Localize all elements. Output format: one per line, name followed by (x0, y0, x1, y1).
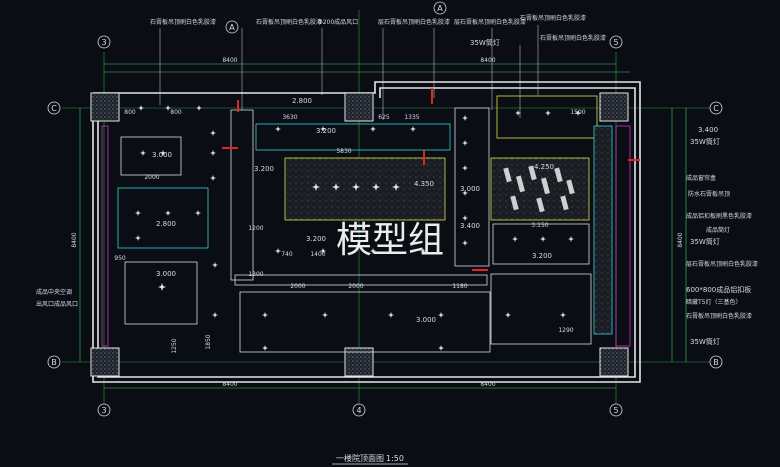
dim-overall-bottom-left: 8400 (222, 381, 237, 388)
dim-5830: 5830 (336, 148, 351, 155)
title-block: 一楼院顶面图 1:50 (332, 453, 408, 465)
axis-label-3-top: 3 (101, 38, 106, 47)
level-3000-d: 3.000 (416, 316, 436, 324)
ceiling-plan-drawing: 3 A A 5 C C B B 3 4 5 石膏板吊顶刷白色乳胶漆 石膏板吊顶刷… (36, 1, 758, 465)
dim-overall-top-right: 8400 (480, 57, 495, 64)
top-note-6: 石膏板吊顶刷白色乳胶漆 (520, 14, 586, 22)
dim-2000-c: 2000 (348, 283, 363, 290)
right-note-12: 35W筒灯 (690, 337, 720, 346)
dim-1400-a: 1400 (310, 251, 325, 258)
top-note-4: 层石膏板吊顶刷白色乳胶漆 (378, 18, 450, 26)
dim-950: 950 (114, 255, 126, 262)
right-note-4: 防水石膏板吊顶 (688, 190, 730, 198)
right-note-8: 层石膏板吊顶刷白色乳胶漆 (686, 260, 758, 268)
drawing-scale: 1:50 (386, 454, 404, 463)
right-note-3: 成品窗帘盒 (686, 174, 716, 182)
right-note-7: 35W筒灯 (690, 237, 720, 246)
level-3000-b: 3.000 (460, 185, 480, 193)
level-4350: 4.350 (414, 180, 434, 188)
level-3200-b: 3.200 (254, 165, 274, 173)
dim-side-height: 8400 (71, 232, 78, 247)
dim-800-b: 800 (170, 109, 182, 116)
axis-label-a-top: A (229, 23, 235, 32)
right-note-5: 成品铝扣板刷黑色乳胶漆 (686, 212, 752, 220)
top-note-3: Φ200成品风口 (318, 18, 358, 26)
level-2800: 2.800 (292, 97, 312, 105)
right-notes: 3.400 35W筒灯 成品窗帘盒 防水石膏板吊顶 成品铝扣板刷黑色乳胶漆 成品… (686, 126, 758, 346)
level-3200: 3.200 (316, 127, 336, 135)
left-notes: 成品中央空调 出风口成品风口 (36, 288, 78, 308)
dim-3630: 3630 (282, 114, 297, 121)
top-note-8: 石膏板吊顶刷白色乳胶漆 (540, 34, 606, 42)
dim-overall-bottom-right: 8400 (480, 381, 495, 388)
dim-1200: 1200 (248, 225, 263, 232)
left-note-2: 出风口成品风口 (36, 300, 78, 308)
left-note-1: 成品中央空调 (36, 288, 72, 296)
level-2800-b: 2.800 (156, 220, 176, 228)
right-note-9: 600*800成品铝扣板 (686, 285, 751, 294)
right-note-2: 35W筒灯 (690, 137, 720, 146)
axis-label-b-right: B (713, 358, 719, 367)
level-3000-c: 3.000 (156, 270, 176, 278)
top-note-7: 35W筒灯 (470, 38, 500, 47)
axis-label-5-bottom: 5 (613, 406, 618, 415)
right-note-11: 石膏板吊顶刷白色乳胶漆 (686, 312, 752, 320)
dim-2000-b: 2000 (290, 283, 305, 290)
level-3200-c: 3.200 (532, 252, 552, 260)
dim-625: 625 (378, 114, 390, 121)
axis-label-3-bottom: 3 (101, 406, 106, 415)
level-3000: 3.000 (152, 151, 172, 159)
top-note-2: 石膏板吊顶刷白色乳胶漆 (256, 18, 322, 26)
axis-label-5-top: 5 (613, 38, 618, 47)
axis-label-4-bottom: 4 (356, 406, 361, 415)
level-3150: 3.150 (531, 222, 548, 229)
right-note-6: 成品筒灯 (706, 226, 730, 234)
dim-right-height: 8400 (677, 232, 684, 247)
dim-740: 740 (281, 251, 293, 258)
level-4250: 4.250 (534, 163, 554, 171)
dim-1335: 1335 (404, 114, 419, 121)
dim-1180: 1180 (452, 283, 467, 290)
dim-overall-top-left: 8400 (222, 57, 237, 64)
watermark: 模型组 (336, 220, 444, 261)
dim-1300: 1300 (248, 271, 263, 278)
dim-1250: 1250 (171, 338, 178, 353)
axis-label-b-left: B (51, 358, 57, 367)
drawing-title: 一楼院顶面图 (336, 453, 384, 463)
dim-1290: 1290 (558, 327, 573, 334)
dim-1850: 1850 (205, 334, 212, 349)
level-3400: 3.400 (460, 222, 480, 230)
axis-label-a-top-2: A (437, 4, 443, 13)
top-notes: 石膏板吊顶刷白色乳胶漆 石膏板吊顶刷白色乳胶漆 Φ200成品风口 层石膏板吊顶刷… (150, 14, 606, 47)
dim-2000-a: 2000 (144, 174, 159, 181)
dim-1500: 1500 (570, 109, 585, 116)
axis-label-c-right: C (713, 104, 719, 113)
top-note-5: 层石膏板吊顶刷白色乳胶漆 (454, 18, 526, 26)
axis-label-c-left: C (51, 104, 57, 113)
top-note-1: 石膏板吊顶刷白色乳胶漆 (150, 18, 216, 26)
right-note-1: 3.400 (698, 126, 718, 134)
right-note-10: 暗藏T5灯（三基色） (686, 298, 741, 306)
level-3200-b2: 3.200 (306, 235, 326, 243)
dim-800-a: 800 (124, 109, 136, 116)
